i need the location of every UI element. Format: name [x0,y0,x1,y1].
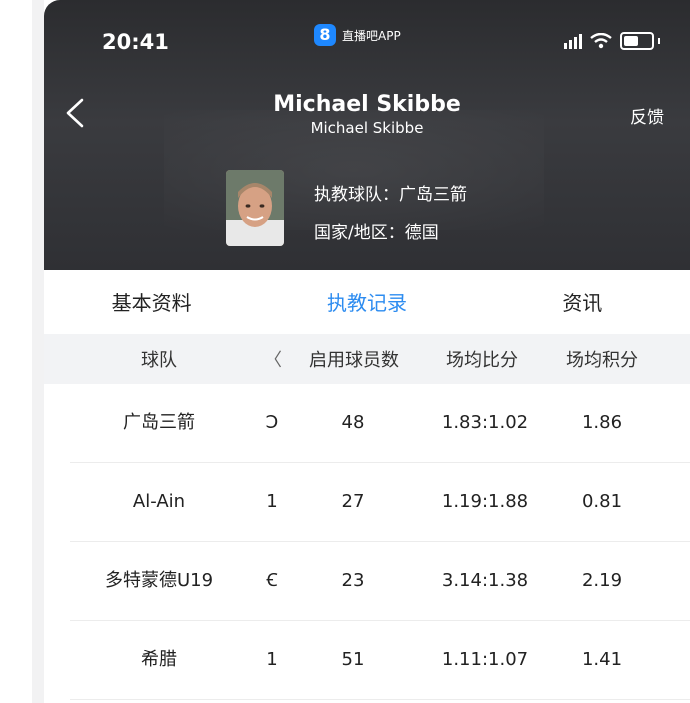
row-score: 1.83:1.02 [441,412,529,433]
table-row[interactable]: 多特蒙德U19 Ꞓ 23 3.14:1.38 2.19 [70,542,690,621]
row-partial-cell: Ꞓ [266,570,278,591]
row-partial-cell: Ͻ [265,412,279,433]
row-team: Al-Ain [132,491,186,512]
wifi-icon [590,33,612,49]
row-partial-cell: 1 [266,649,278,670]
status-app-name: 直播吧APP [342,28,401,43]
row-partial-cell: 1 [266,491,278,512]
col-players-used: 启用球员数 [309,350,399,371]
profile-header: 20:41 8 直播吧APP Michael Skibbe Michael Sk… [44,0,690,270]
feedback-button[interactable]: 反馈 [630,103,664,128]
tab-news[interactable]: 资讯 [475,272,690,334]
tab-coaching-record[interactable]: 执教记录 [259,272,474,334]
row-team: 广岛三箭 [123,412,195,433]
col-avg-score: 场均比分 [446,350,518,371]
page-title: Michael Skibbe [273,92,461,117]
status-time: 20:41 [102,30,169,54]
coach-country: 国家/地区：德国 [314,223,439,243]
row-players: 23 [341,570,365,591]
row-points: 2.19 [581,570,623,591]
col-avg-points: 场均积分 [566,350,638,371]
signal-icon [564,33,582,49]
table-row[interactable]: 希腊 1 51 1.11:1.07 1.41 [70,621,690,700]
col-team: 球队 [141,350,177,371]
row-points: 0.81 [581,491,623,512]
row-score: 3.14:1.38 [441,570,529,591]
row-points: 1.41 [581,649,623,670]
status-icons [564,32,660,50]
table-header: 球队 〈 启用球员数 场均比分 场均积分 [44,334,690,384]
coach-photo-icon [226,170,284,246]
row-points: 1.86 [581,412,623,433]
row-players: 27 [341,491,365,512]
left-gutter [0,0,32,703]
tab-bar: 基本资料 执教记录 资讯 [44,272,690,334]
row-score: 1.11:1.07 [441,649,529,670]
phone-screen: 20:41 8 直播吧APP Michael Skibbe Michael Sk… [44,0,690,703]
scroll-left-icon[interactable]: 〈 [258,346,288,372]
nav-title-block: Michael Skibbe Michael Skibbe [44,92,690,137]
gutter-divider [32,0,44,703]
row-score: 1.19:1.88 [441,491,529,512]
app-badge-icon: 8 [314,24,336,46]
row-team: 多特蒙德U19 [104,570,214,591]
table-row[interactable]: 广岛三箭 Ͻ 48 1.83:1.02 1.86 [70,384,690,463]
page-subtitle: Michael Skibbe [310,119,424,137]
row-players: 51 [341,649,365,670]
status-app-indicator: 8 直播吧APP [314,24,401,46]
battery-icon [620,32,654,50]
battery-tip [658,38,660,44]
tab-basic-info[interactable]: 基本资料 [44,272,259,334]
coach-info: 执教球队：广岛三箭 国家/地区：德国 [314,176,467,252]
table-row[interactable]: Al-Ain 1 27 1.19:1.88 0.81 [70,463,690,542]
row-players: 48 [341,412,365,433]
coach-team: 执教球队：广岛三箭 [314,185,467,205]
coach-avatar [226,170,284,246]
row-team: 希腊 [141,649,177,670]
